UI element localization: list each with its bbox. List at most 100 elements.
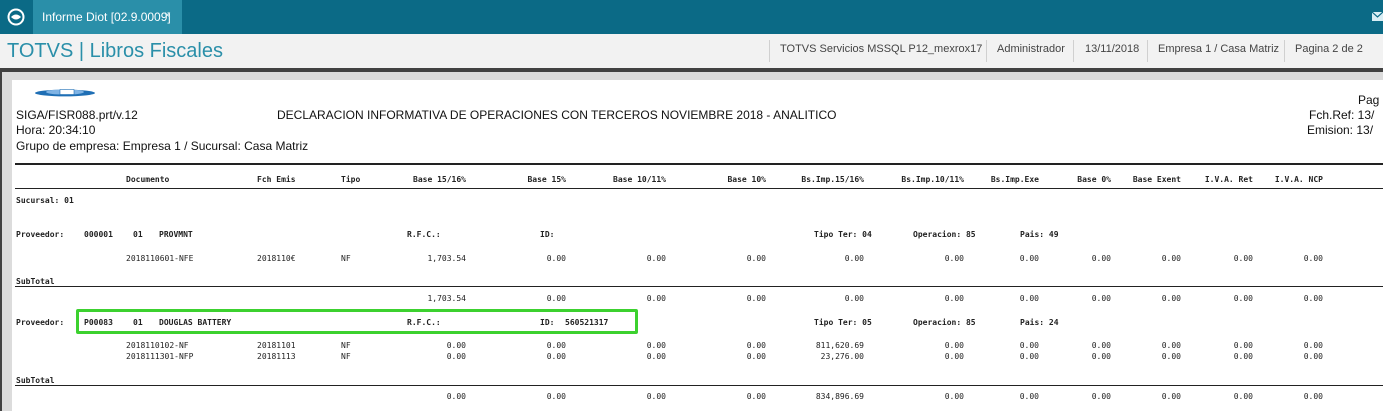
- col-base-10: Base 10%: [727, 175, 766, 184]
- provider-operacion: Operacion: 85: [913, 318, 976, 327]
- row-value: 0.00: [1091, 341, 1111, 350]
- col-base-0: Base 0%: [1077, 175, 1111, 184]
- row-value: 0.00: [546, 352, 566, 361]
- row-value: 0.00: [1233, 341, 1253, 350]
- col-fch-emis: Fch Emis: [257, 175, 296, 184]
- subtotal-rule: [15, 286, 1383, 287]
- row-value: 0.00: [944, 352, 964, 361]
- tab-informe-diot[interactable]: Informe Diot [02.9.0009] ×: [33, 0, 182, 34]
- row-value: 0.00: [746, 341, 766, 350]
- row-value: 0.00: [944, 254, 964, 263]
- subtotal-value: 0.00: [546, 392, 566, 401]
- row-value: 0.00: [546, 341, 566, 350]
- col-bs-imp-exe: Bs.Imp.Exe: [990, 175, 1039, 184]
- columns-rule: [15, 188, 1383, 189]
- report-program: SIGA/FISR088.prt/v.12: [16, 108, 138, 122]
- subtotal-value: 0.00: [1303, 294, 1323, 303]
- provider-highlight-box: [76, 309, 638, 334]
- provider-name: PROVMNT: [159, 230, 193, 239]
- header-divider: [769, 40, 770, 62]
- subtotal-value: 0.00: [546, 294, 566, 303]
- row-value: 0.00: [1233, 352, 1253, 361]
- subtotal-label: SubTotal: [16, 277, 55, 286]
- provider-pais: Pais: 24: [1020, 318, 1059, 327]
- subtotal-value: 0.00: [944, 392, 964, 401]
- row-documento: 2018111301-NFP: [126, 352, 194, 361]
- sucursal-label: Sucursal: 01: [16, 196, 74, 205]
- top-tab-bar: Informe Diot [02.9.0009] ×: [0, 0, 1383, 34]
- header-rule: [15, 163, 1383, 165]
- subtotal-rule: [15, 385, 1383, 386]
- row-value: 0.00: [1091, 254, 1111, 263]
- row-fch-emis: 20181113: [257, 352, 296, 361]
- col-iva-ret: I.V.A. Ret: [1204, 175, 1253, 184]
- report-page: [12, 80, 1383, 411]
- row-value: 0.00: [1019, 352, 1039, 361]
- report-logo-icon: [35, 89, 95, 97]
- provider-id-label: ID:: [540, 230, 555, 239]
- row-value: 0.00: [746, 352, 766, 361]
- col-tipo: Tipo: [341, 175, 361, 184]
- row-value: 0.00: [1019, 254, 1039, 263]
- app-header: TOTVS | Libros Fiscales TOTVS Servicios …: [0, 34, 1383, 69]
- provider-operacion: Operacion: 85: [913, 230, 976, 239]
- row-value: 0.00: [646, 352, 666, 361]
- report-time: Hora: 20:34:10: [16, 123, 96, 137]
- provider-label: Proveedor:: [16, 318, 65, 327]
- row-value: 0.00: [646, 341, 666, 350]
- row-value: 0.00: [1161, 254, 1181, 263]
- tab-close-icon[interactable]: ×: [164, 8, 171, 22]
- row-value: 0.00: [844, 254, 864, 263]
- subtotal-value: 0.00: [844, 294, 864, 303]
- row-value: 811,620.69: [815, 341, 864, 350]
- row-value: 0.00: [944, 341, 964, 350]
- col-bs-imp-15-16: Bs.Imp.15/16%: [801, 175, 864, 184]
- subtotal-value: 0.00: [746, 294, 766, 303]
- col-base-15: Base 15%: [527, 175, 566, 184]
- provider-rfc-label: R.F.C.:: [407, 230, 441, 239]
- subtotal-label: SubTotal: [16, 376, 55, 385]
- subtotal-value: 0.00: [1303, 392, 1323, 401]
- subtotal-value: 0.00: [1091, 294, 1111, 303]
- report-group: Grupo de empresa: Empresa 1 / Sucursal: …: [16, 139, 309, 153]
- app-title: TOTVS | Libros Fiscales: [7, 40, 223, 62]
- row-value: 0.00: [1019, 341, 1039, 350]
- row-tipo: NF: [341, 352, 351, 361]
- report-page-label: Pag: [1358, 93, 1380, 107]
- tab-label: Informe Diot [02.9.0009]: [42, 10, 171, 24]
- header-divider: [1073, 40, 1074, 62]
- row-value: 0.00: [446, 341, 466, 350]
- row-value: 0.00: [1303, 341, 1323, 350]
- header-divider: [986, 40, 987, 62]
- row-value: 0.00: [1303, 254, 1323, 263]
- subtotal-value: 0.00: [646, 294, 666, 303]
- provider-tipo-ter: Tipo Ter: 04: [814, 230, 872, 239]
- row-value: 0.00: [546, 254, 566, 263]
- subtotal-value: 0.00: [944, 294, 964, 303]
- user-info[interactable]: Administrador: [997, 43, 1065, 55]
- company-info[interactable]: Empresa 1 / Casa Matriz: [1158, 43, 1279, 55]
- totvs-logo-icon[interactable]: [6, 7, 26, 27]
- date-info[interactable]: 13/11/2018: [1085, 43, 1139, 55]
- row-fch-emis: 20181101: [257, 341, 296, 350]
- provider-label: Proveedor:: [16, 230, 65, 239]
- header-divider: [1147, 40, 1148, 62]
- report-emision: Emision: 13/: [1307, 123, 1374, 137]
- server-info[interactable]: TOTVS Servicios MSSQL P12_mexrox17: [780, 43, 982, 55]
- subtotal-value: 834,896.69: [815, 392, 864, 401]
- provider-pais: Pais: 49: [1020, 230, 1059, 239]
- row-value: 0.00: [1161, 341, 1181, 350]
- row-value: 23,276.00: [820, 352, 864, 361]
- subtotal-value: 0.00: [1019, 392, 1039, 401]
- row-value: 0.00: [1161, 352, 1181, 361]
- col-base-exent: Base Exent: [1132, 175, 1181, 184]
- subtotal-value: 0.00: [1161, 294, 1181, 303]
- col-bs-imp-10-11: Bs.Imp.10/11%: [901, 175, 964, 184]
- row-value: 0.00: [646, 254, 666, 263]
- col-base-10-11: Base 10/11%: [613, 175, 666, 184]
- provider-code: 000001: [84, 230, 113, 239]
- report-title: DECLARACION INFORMATIVA DE OPERACIONES C…: [277, 108, 837, 122]
- subtotal-value: 0.00: [746, 392, 766, 401]
- mail-icon[interactable]: [1372, 12, 1383, 21]
- subtotal-value: 0.00: [446, 392, 466, 401]
